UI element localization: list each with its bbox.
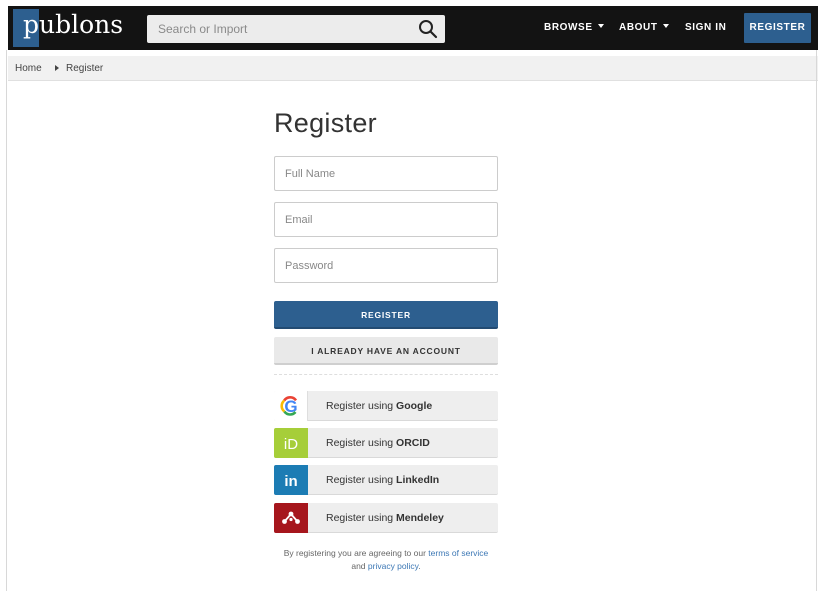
register-orcid-prefix: Register using bbox=[326, 437, 397, 449]
nav-browse[interactable]: BROWSE bbox=[544, 6, 604, 50]
register-linkedin-provider: LinkedIn bbox=[396, 474, 440, 486]
register-orcid-provider: ORCID bbox=[396, 437, 430, 449]
register-linkedin-prefix: Register using bbox=[326, 474, 397, 486]
have-account-button[interactable]: I ALREADY HAVE AN ACCOUNT bbox=[274, 337, 498, 365]
mendeley-icon bbox=[274, 503, 308, 533]
nav-register-button[interactable]: REGISTER bbox=[744, 13, 811, 43]
chevron-down-icon bbox=[597, 24, 604, 29]
page-title: Register bbox=[274, 108, 377, 138]
register-orcid-label: Register using ORCID bbox=[326, 428, 430, 458]
register-google-provider: Google bbox=[396, 400, 433, 412]
breadcrumb-home[interactable]: Home bbox=[15, 56, 42, 81]
privacy-policy-link[interactable]: privacy policy bbox=[368, 561, 418, 571]
register-google-prefix: Register using bbox=[326, 400, 397, 412]
register-linkedin-label: Register using LinkedIn bbox=[326, 465, 439, 495]
svg-text:in: in bbox=[284, 473, 297, 490]
register-linkedin-button[interactable]: in Register using LinkedIn bbox=[274, 465, 498, 495]
register-google-label: Register using Google bbox=[326, 391, 432, 421]
logo-text: publons bbox=[23, 10, 124, 39]
nav-about-label: ABOUT bbox=[619, 22, 658, 33]
nav-browse-label: BROWSE bbox=[544, 22, 593, 33]
orcid-icon: iD bbox=[274, 428, 308, 458]
email-field[interactable] bbox=[274, 202, 498, 237]
terms-notice: By registering you are agreeing to our t… bbox=[274, 547, 498, 573]
nav-sign-in[interactable]: SIGN IN bbox=[685, 6, 726, 50]
nav-sign-in-label: SIGN IN bbox=[685, 22, 727, 33]
linkedin-icon: in bbox=[274, 465, 308, 495]
search-box bbox=[147, 15, 445, 43]
register-orcid-button[interactable]: iD Register using ORCID bbox=[274, 428, 498, 458]
page-border-left bbox=[6, 50, 7, 591]
breadcrumb-current: Register bbox=[66, 63, 104, 74]
breadcrumb: Home Register bbox=[8, 56, 818, 81]
page-border-right bbox=[816, 50, 817, 591]
register-mendeley-label: Register using Mendeley bbox=[326, 503, 444, 533]
full-name-field[interactable] bbox=[274, 156, 498, 191]
password-field[interactable] bbox=[274, 248, 498, 283]
search-icon[interactable] bbox=[417, 18, 439, 40]
nav-about[interactable]: ABOUT bbox=[619, 6, 669, 50]
top-navbar: publons BROWSE ABOUT SIGN IN REGISTER bbox=[8, 6, 818, 50]
terms-text-before: By registering you are agreeing to our bbox=[283, 548, 429, 558]
register-mendeley-button[interactable]: Register using Mendeley bbox=[274, 503, 498, 533]
publons-logo[interactable]: publons bbox=[13, 9, 123, 47]
register-mendeley-prefix: Register using bbox=[326, 512, 397, 524]
register-button[interactable]: REGISTER bbox=[274, 301, 498, 329]
register-mendeley-provider: Mendeley bbox=[396, 512, 444, 524]
terms-text-end: . bbox=[418, 561, 421, 571]
chevron-down-icon bbox=[662, 24, 669, 29]
terms-of-service-link[interactable]: terms of service bbox=[428, 548, 488, 558]
search-input[interactable] bbox=[147, 15, 409, 43]
divider bbox=[274, 374, 498, 375]
breadcrumb-separator-icon bbox=[55, 65, 59, 71]
google-icon: G bbox=[274, 391, 308, 421]
register-google-button[interactable]: G Register using Google bbox=[274, 391, 498, 421]
terms-text-middle: and bbox=[351, 561, 368, 571]
svg-text:iD: iD bbox=[284, 436, 298, 453]
